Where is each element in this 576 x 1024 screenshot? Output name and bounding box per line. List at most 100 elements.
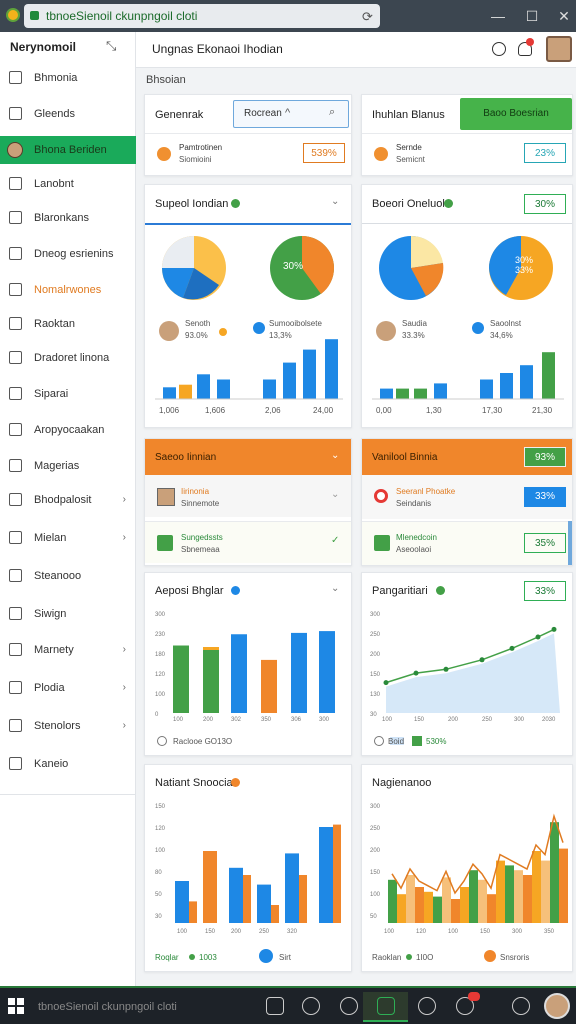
settings-icon[interactable] <box>340 997 358 1015</box>
bar <box>542 352 555 399</box>
sidebar-item[interactable]: Siwign <box>0 600 136 628</box>
avatar[interactable] <box>544 993 570 1019</box>
panel-title: Boeori Oneluol <box>372 198 445 210</box>
chevron-down-icon[interactable]: ⌄ <box>331 450 339 461</box>
chevron-right-icon[interactable]: › <box>123 712 126 740</box>
clock-icon <box>157 736 167 746</box>
x-tick: 350 <box>544 929 555 935</box>
row-sub: Aseoolaoi <box>396 545 432 554</box>
address-bar[interactable]: tbnoeSienoil ckunpngoil cloti <box>24 4 380 28</box>
chevron-right-icon[interactable]: › <box>123 524 126 552</box>
nav-icon <box>9 283 22 296</box>
taskbar: tbnoeSienoil ckunpngoil cloti <box>0 986 576 1024</box>
sidebar-item[interactable]: Raoktan <box>0 310 136 338</box>
sidebar-item[interactable]: Lanobnt <box>0 170 136 198</box>
chevron-right-icon[interactable]: › <box>123 674 126 702</box>
x-tick: 302 <box>231 717 242 723</box>
status-dot <box>231 199 240 208</box>
chevron-down-icon[interactable]: ⌄ <box>331 583 339 594</box>
bar <box>424 891 433 923</box>
bar <box>285 853 299 923</box>
help-icon[interactable] <box>492 42 506 56</box>
status-dot <box>444 199 453 208</box>
item-name: Pamtrotinen <box>179 143 223 152</box>
row-sub: Sinnemote <box>181 499 220 508</box>
collapse-icon[interactable]: ⤡ <box>106 38 116 54</box>
sidebar-item[interactable]: Mielan › <box>0 524 136 552</box>
folder-icon[interactable] <box>266 997 284 1015</box>
sidebar-item[interactable]: Steanooo <box>0 562 136 590</box>
chevron-right-icon[interactable]: › <box>123 486 126 514</box>
nav-icon <box>9 757 22 770</box>
taskbar-search[interactable]: tbnoeSienoil ckunpngoil cloti <box>32 996 242 1018</box>
x-tick: 300 <box>512 929 523 935</box>
chevron-right-icon[interactable]: › <box>123 636 126 664</box>
avatar[interactable] <box>546 36 572 62</box>
people-icon[interactable] <box>512 997 530 1015</box>
sidebar-item[interactable]: Plodia › <box>0 674 136 702</box>
maximize-button[interactable]: ☐ <box>522 6 542 26</box>
primary-button[interactable]: Baoo Boesrian <box>460 98 572 130</box>
sidebar-item[interactable]: Bhodpalosit › <box>0 486 136 514</box>
x-tick: 150 <box>414 717 425 723</box>
cloud-icon[interactable] <box>418 997 436 1015</box>
sidebar-item[interactable]: Nomalrwones <box>0 276 136 304</box>
bar <box>299 875 307 923</box>
sidebar-item[interactable]: Blaronkans <box>0 204 136 232</box>
sidebar-item[interactable]: Siparai <box>0 380 136 408</box>
sidebar-item[interactable]: Magerias <box>0 452 136 480</box>
reload-icon[interactable]: ⟳ <box>362 9 373 25</box>
search-icon[interactable]: ⌕ <box>329 106 335 119</box>
list-row[interactable] <box>145 475 351 517</box>
nav-icon <box>9 317 22 330</box>
bar <box>460 887 469 923</box>
bar <box>325 339 338 399</box>
nav-icon <box>9 177 22 190</box>
pie-chart <box>379 235 444 300</box>
sidebar-item[interactable]: Kaneio <box>0 750 136 778</box>
x-tick: 200 <box>203 717 214 723</box>
sidebar-item[interactable]: Dneog esrienins <box>0 240 136 268</box>
sidebar-item[interactable]: Stenolors › <box>0 712 136 740</box>
chevron-down-icon[interactable]: ⌄ <box>331 196 339 207</box>
close-button[interactable]: ✕ <box>554 6 574 26</box>
nav-icon <box>9 71 22 84</box>
divider <box>362 133 572 134</box>
app-icon[interactable] <box>377 997 395 1015</box>
scrollbar[interactable] <box>568 521 572 565</box>
y-tick: 0 <box>155 712 159 718</box>
bar <box>541 860 550 923</box>
chart-card-combo: Nagienanoo 300 250 200 150 100 50 100 120 100 150… <box>361 764 573 972</box>
bar-cap <box>203 647 219 650</box>
sidebar-item[interactable]: Aropyocaakan <box>0 416 136 444</box>
nav-icon <box>9 459 22 472</box>
y-tick: 250 <box>370 632 381 638</box>
sidebar-item-label: Siparai <box>34 388 69 400</box>
title-bar: tbnoeSienoil ckunpngoil cloti ⟳ — ☐ ✕ <box>0 0 576 32</box>
sidebar-item[interactable]: Dradoret linona <box>0 344 136 372</box>
y-tick: 300 <box>370 804 381 810</box>
sidebar-item-label: Blaronkans <box>34 212 90 224</box>
panel-rule <box>145 223 351 225</box>
edge-icon[interactable] <box>302 997 320 1015</box>
y-tick: 80 <box>155 870 162 876</box>
bar <box>505 865 514 923</box>
check-icon: ✓ <box>331 535 340 546</box>
y-tick: 130 <box>370 692 381 698</box>
sidebar-item[interactable]: Bhmonia <box>0 64 136 92</box>
sidebar-item[interactable]: Bhona Beriden <box>0 136 136 164</box>
y-tick: 180 <box>155 652 166 658</box>
chevron-down-icon[interactable]: ⌄ <box>331 489 339 500</box>
start-icon[interactable] <box>8 998 24 1014</box>
y-tick: 230 <box>155 632 166 638</box>
bar <box>514 870 523 923</box>
sidebar-item[interactable]: Marnety › <box>0 636 136 664</box>
bar <box>291 632 307 713</box>
y-tick: 100 <box>155 848 166 854</box>
y-tick: 150 <box>370 672 381 678</box>
list-row[interactable] <box>145 521 351 563</box>
minimize-button[interactable]: — <box>488 6 508 26</box>
sidebar-item[interactable]: Gleends <box>0 100 136 128</box>
x-tick: 100 <box>448 929 459 935</box>
x-tick: 150 <box>205 929 216 935</box>
